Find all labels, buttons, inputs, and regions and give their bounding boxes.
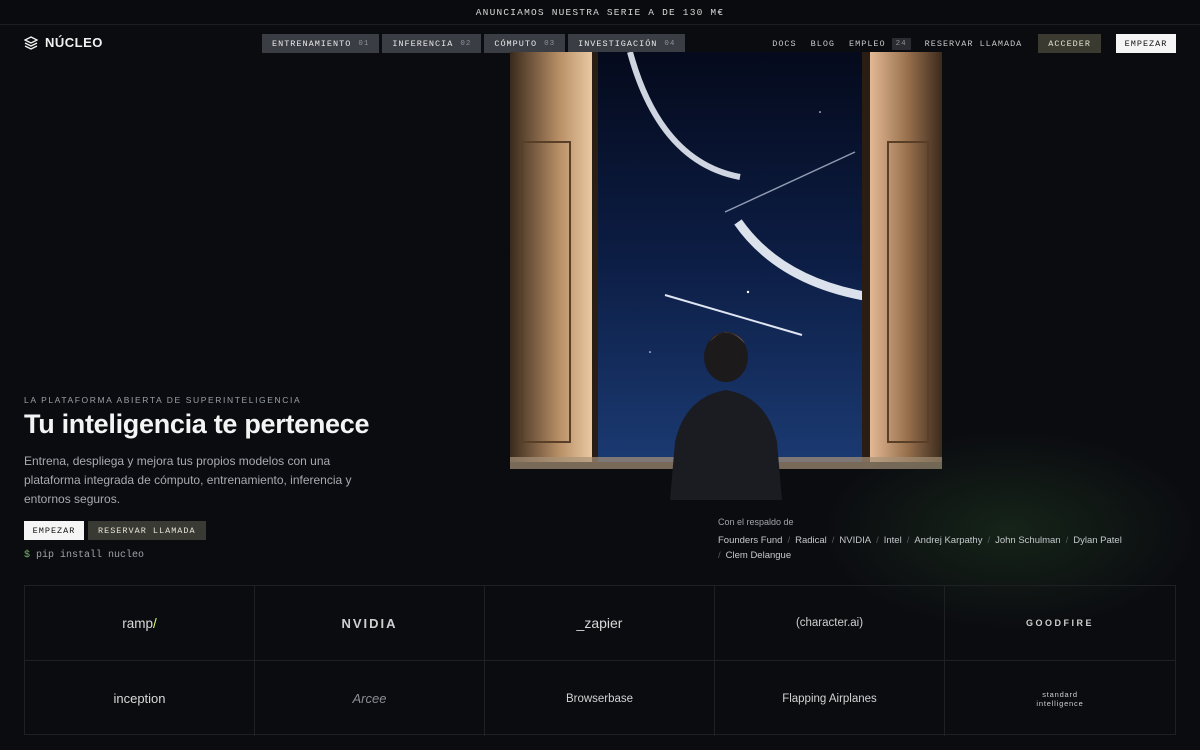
secondary-nav: DOCS BLOG EMPLEO 24 RESERVAR LLAMADA ACC… <box>772 34 1176 53</box>
jobs-count-badge: 24 <box>891 37 911 50</box>
arcee-logo: Arcee <box>352 691 387 706</box>
tab-inference[interactable]: INFERENCIA 02 <box>382 34 482 53</box>
backer-name: Andrej Karpathy <box>914 535 983 546</box>
logo-cell-standard: standard intelligence <box>945 661 1175 736</box>
tab-number: 03 <box>544 39 556 48</box>
flapping-airplanes-logo: Flapping Airplanes <box>782 692 877 705</box>
backer-name: John Schulman <box>995 535 1061 546</box>
tab-research[interactable]: INVESTIGACIÓN 04 <box>568 34 686 53</box>
tab-training[interactable]: ENTRENAMIENTO 01 <box>262 34 380 53</box>
layers-icon <box>24 35 38 50</box>
logo-cell-nvidia: NVIDIA <box>255 586 485 661</box>
brand-name: NÚCLEO <box>45 35 103 50</box>
hero-cta-group: EMPEZAR RESERVAR LLAMADA <box>24 521 206 540</box>
tab-compute[interactable]: CÓMPUTO 03 <box>484 34 566 53</box>
cli-prompt: $ <box>24 550 31 561</box>
backer-name: Clem Delangue <box>725 550 792 561</box>
hero-subtitle: Entrena, despliega y mejora tus propios … <box>24 454 352 506</box>
customer-logo-grid: ramp/ NVIDIA _zapier (character.ai) GOOD… <box>24 585 1176 736</box>
login-button[interactable]: ACCEDER <box>1038 34 1101 53</box>
tab-label: CÓMPUTO <box>494 38 538 49</box>
backer-name: Founders Fund <box>718 535 783 546</box>
ramp-logo: ramp/ <box>122 615 157 631</box>
main-nav: ENTRENAMIENTO 01 INFERENCIA 02 CÓMPUTO 0… <box>262 34 686 53</box>
blog-link[interactable]: BLOG <box>811 39 835 49</box>
logo-cell-ramp: ramp/ <box>25 586 255 661</box>
backer-name: NVIDIA <box>839 535 872 546</box>
character-ai-logo: (character.ai) <box>795 617 864 629</box>
goodfire-logo: GOODFIRE <box>1025 618 1094 628</box>
announcement-bar[interactable]: ANUNCIAMOS NUESTRA SERIE A DE 130 M€ <box>0 0 1200 25</box>
standard-intelligence-logo: standard intelligence <box>1036 689 1084 708</box>
tab-label: INVESTIGACIÓN <box>578 38 658 49</box>
logo-cell-browserbase: Browserbase <box>485 661 715 736</box>
start-button[interactable]: EMPEZAR <box>1116 34 1176 53</box>
backer-name: Radical <box>795 535 827 546</box>
book-call-link[interactable]: RESERVAR LLAMADA <box>925 39 1023 49</box>
tab-label: INFERENCIA <box>392 38 454 49</box>
logo-cell-arcee: Arcee <box>255 661 485 736</box>
docs-link[interactable]: DOCS <box>772 39 796 49</box>
logo-cell-flapping: Flapping Airplanes <box>715 661 945 736</box>
inception-logo: inception <box>113 691 166 706</box>
browserbase-logo: Browserbase <box>565 692 634 705</box>
install-command[interactable]: $ pip install nucleo <box>24 550 144 561</box>
announcement-text[interactable]: ANUNCIAMOS NUESTRA SERIE A DE 130 M€ <box>476 7 724 18</box>
logo-cell-zapier: _zapier <box>485 586 715 661</box>
logo-cell-inception: inception <box>25 661 255 736</box>
nvidia-logo: NVIDIA <box>341 615 398 631</box>
window-space-illustration <box>510 52 942 500</box>
hero-illustration <box>510 52 942 500</box>
brand-logo[interactable]: NÚCLEO <box>24 35 103 50</box>
backer-name: Dylan Patel <box>1073 535 1122 546</box>
zapier-logo: _zapier <box>576 615 623 631</box>
logo-cell-character: (character.ai) <box>715 586 945 661</box>
jobs-label: EMPLEO <box>849 38 886 49</box>
backer-name: Intel <box>883 535 902 546</box>
hero-headline: Tu inteligencia te pertenece <box>24 409 370 439</box>
tab-number: 04 <box>664 39 676 48</box>
backers-label: Con el respaldo de <box>718 517 794 527</box>
jobs-link[interactable]: EMPLEO 24 <box>849 37 911 50</box>
get-started-button[interactable]: EMPEZAR <box>24 521 84 540</box>
backers-section: Con el respaldo de Founders Fund / Radical… <box>718 517 1138 563</box>
tab-label: ENTRENAMIENTO <box>272 38 352 49</box>
tab-number: 01 <box>358 39 370 48</box>
tab-number: 02 <box>460 39 472 48</box>
backers-list: Founders Fund / Radical / NVIDIA / Intel / Andre… <box>718 535 1122 561</box>
hero-eyebrow: LA PLATAFORMA ABIERTA DE SUPERINTELIGENC… <box>24 395 302 405</box>
book-call-button[interactable]: RESERVAR LLAMADA <box>88 521 206 540</box>
cli-command: pip install nucleo <box>36 550 145 561</box>
logo-cell-goodfire: GOODFIRE <box>945 586 1175 661</box>
